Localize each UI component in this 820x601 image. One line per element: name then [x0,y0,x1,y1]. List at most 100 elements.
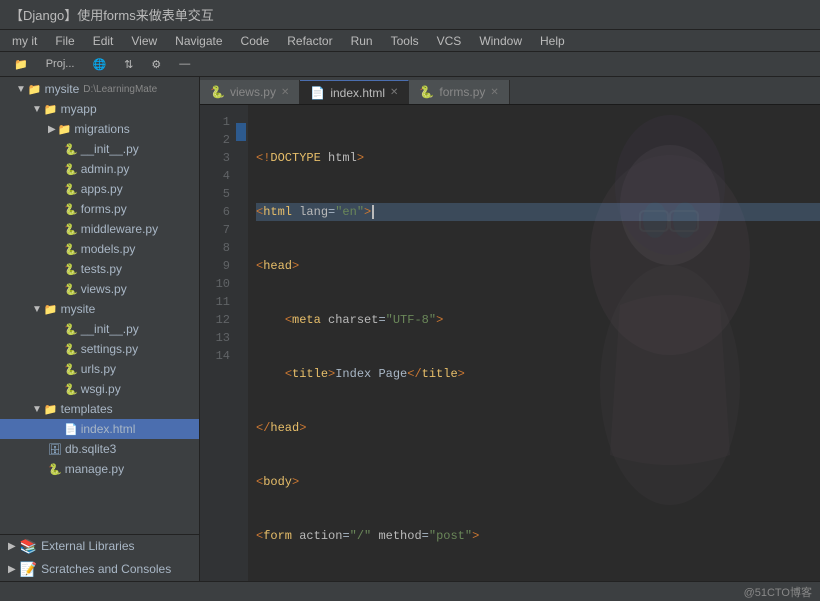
tab-close-forms[interactable]: ✕ [490,87,498,98]
python-file-icon: 🐍 [64,243,78,256]
code-editor[interactable]: 1 2 3 4 5 6 7 8 9 10 11 12 13 14 <!DOCTY… [200,105,820,581]
tab-label-index: index.html [330,86,385,100]
tab-forms-py[interactable]: 🐍 forms.py ✕ [409,80,509,104]
title-bar: 【Django】使用forms来做表单交互 [0,0,820,30]
bottom-bar: @51CTO博客 [0,581,820,601]
watermark-text: @51CTO博客 [744,584,812,600]
external-libraries-label: External Libraries [41,539,134,553]
tree-item-forms[interactable]: 🐍 forms.py [0,199,199,219]
tree-label-init2: __init__.py [81,322,139,336]
folder-icon: 📁 [44,103,58,116]
tree-label-settings: settings.py [81,342,138,356]
menu-run[interactable]: Run [343,32,381,50]
sidebar-bottom: ▶ 📚 External Libraries ▶ 📝 Scratches and… [0,534,199,581]
python-file-icon: 🐍 [48,463,62,476]
line-numbers: 1 2 3 4 5 6 7 8 9 10 11 12 13 14 [200,105,236,581]
tree-label-myapp: myapp [61,102,97,116]
settings-icon[interactable]: ⚙ [145,56,167,73]
sync-icon[interactable]: ⇅ [118,56,139,73]
menu-code[interactable]: Code [233,32,278,50]
code-gutter [236,105,248,581]
py-file-icon: 🐍 [419,85,434,99]
folder-icon: 📁 [44,403,58,416]
menu-refactor[interactable]: Refactor [279,32,340,50]
tree-item-models[interactable]: 🐍 models.py [0,239,199,259]
folder-icon: 📁 [28,83,42,96]
tree-label-forms: forms.py [81,202,127,216]
library-icon: 📚 [20,538,37,555]
scratches-consoles-item[interactable]: ▶ 📝 Scratches and Consoles [0,557,199,581]
code-content[interactable]: <!DOCTYPE html> <html lang="en"> <head> … [248,105,820,581]
tree-item-mysite[interactable]: ▼ 📁 mysite D:\LearningMate [0,79,199,99]
tree-item-views[interactable]: 🐍 views.py [0,279,199,299]
tree-label-mysite: mysite [45,82,80,96]
tree-item-settings[interactable]: 🐍 settings.py [0,339,199,359]
toolbar: 📁 Proj... 🌐 ⇅ ⚙ — [0,52,820,77]
tree-label-manage: manage.py [65,462,124,476]
tab-close-views[interactable]: ✕ [281,87,289,98]
chevron-right-icon: ▶ [8,564,16,575]
tree-label-indexhtml: index.html [81,422,136,436]
globe-icon[interactable]: 🌐 [86,56,112,73]
tree-item-admin[interactable]: 🐍 admin.py [0,159,199,179]
menu-help[interactable]: Help [532,32,573,50]
tab-views-py[interactable]: 🐍 views.py ✕ [200,80,300,104]
code-line-7: <body> [256,473,820,491]
code-line-3: <head> [256,257,820,275]
code-line-2: <html lang="en"> [256,203,820,221]
menu-vcs[interactable]: VCS [429,32,470,50]
python-file-icon: 🐍 [64,323,78,336]
code-line-6: </head> [256,419,820,437]
tab-index-html[interactable]: 📄 index.html ✕ [300,80,409,104]
tree-item-urls[interactable]: 🐍 urls.py [0,359,199,379]
tree-item-init1[interactable]: 🐍 __init__.py [0,139,199,159]
tree-item-templates[interactable]: ▼ 📁 templates [0,399,199,419]
menu-navigate[interactable]: Navigate [167,32,230,50]
html-file-icon: 📄 [310,86,325,100]
python-file-icon: 🐍 [64,203,78,216]
main-layout: ▼ 📁 mysite D:\LearningMate ▼ 📁 myapp ▶ 📁… [0,77,820,581]
menu-bar: my it File Edit View Navigate Code Refac… [0,30,820,52]
external-libraries-item[interactable]: ▶ 📚 External Libraries [0,535,199,557]
menu-tools[interactable]: Tools [383,32,427,50]
folder-icon: 📁 [44,303,58,316]
file-tree: ▼ 📁 mysite D:\LearningMate ▼ 📁 myapp ▶ 📁… [0,77,199,534]
tree-label-admin: admin.py [81,162,130,176]
tree-label-templates: templates [61,402,113,416]
tree-item-migrations[interactable]: ▶ 📁 migrations [0,119,199,139]
chevron-down-icon: ▼ [32,104,42,115]
menu-myit[interactable]: my it [4,32,45,50]
tree-item-init2[interactable]: 🐍 __init__.py [0,319,199,339]
tree-item-mysite2[interactable]: ▼ 📁 mysite [0,299,199,319]
tree-item-middleware[interactable]: 🐍 middleware.py [0,219,199,239]
python-file-icon: 🐍 [64,283,78,296]
python-file-icon: 🐍 [64,163,78,176]
menu-edit[interactable]: Edit [85,32,122,50]
collapse-icon[interactable]: — [173,56,196,72]
chevron-down-icon: ▼ [16,84,26,95]
tree-item-apps[interactable]: 🐍 apps.py [0,179,199,199]
tree-item-myapp[interactable]: ▼ 📁 myapp [0,99,199,119]
tree-label-tests: tests.py [81,262,122,276]
tree-item-dbsqlite3[interactable]: 🗄 db.sqlite3 [0,439,199,459]
menu-file[interactable]: File [47,32,82,50]
tree-item-wsgi[interactable]: 🐍 wsgi.py [0,379,199,399]
tree-item-manage[interactable]: 🐍 manage.py [0,459,199,479]
tree-label-urls: urls.py [81,362,116,376]
code-line-5: <title>Index Page</title> [256,365,820,383]
tree-item-tests[interactable]: 🐍 tests.py [0,259,199,279]
tree-label-views: views.py [81,282,127,296]
python-file-icon: 🐍 [64,363,78,376]
html-file-icon: 📄 [64,423,78,436]
window-title: 【Django】使用forms来做表单交互 [10,5,214,24]
menu-view[interactable]: View [123,32,165,50]
tree-item-indexhtml[interactable]: 📄 index.html [0,419,199,439]
tab-close-index[interactable]: ✕ [390,87,398,98]
menu-window[interactable]: Window [471,32,530,50]
code-line-8: <form action="/" method="post"> [256,527,820,545]
tree-path-mysite: D:\LearningMate [83,84,157,95]
chevron-right-icon: ▶ [8,541,16,552]
tree-label-mysite2: mysite [61,302,96,316]
python-file-icon: 🐍 [64,223,78,236]
chevron-right-icon: ▶ [48,124,56,135]
